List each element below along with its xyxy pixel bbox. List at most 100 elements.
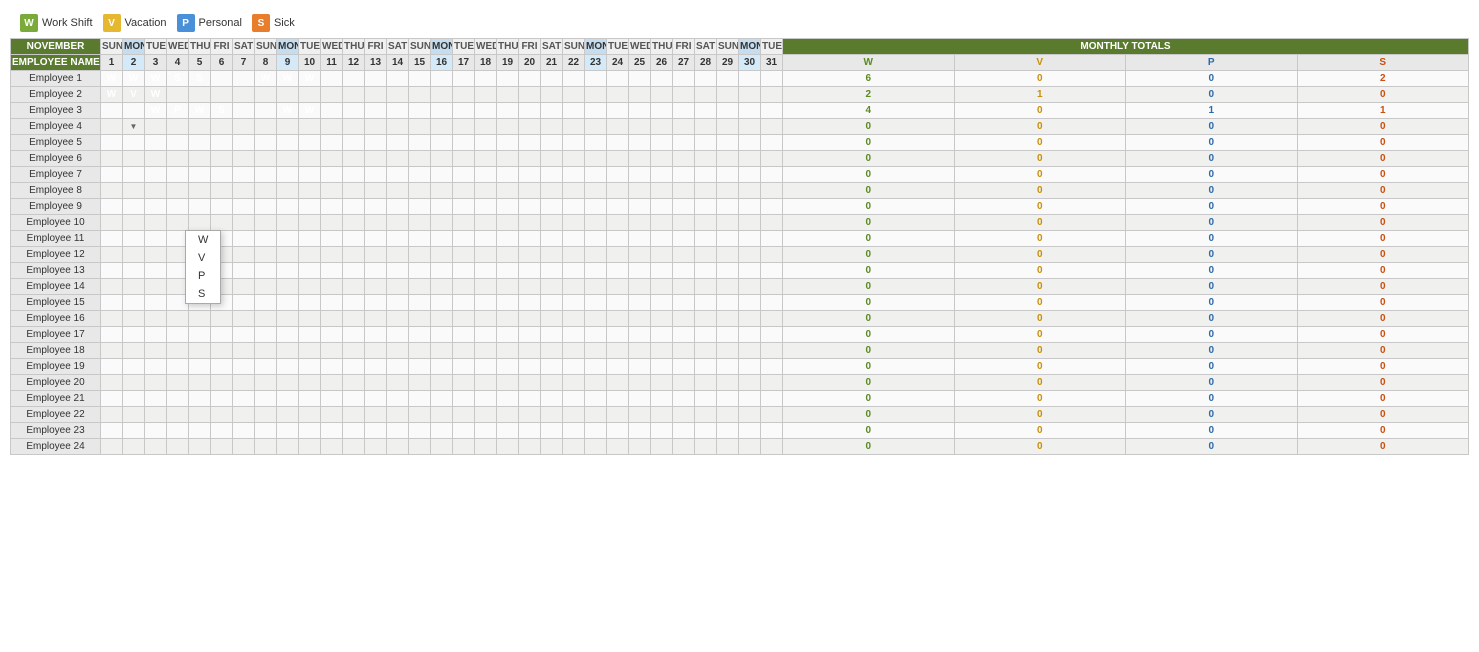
day-cell-8[interactable] xyxy=(255,295,277,311)
day-cell-6[interactable] xyxy=(211,151,233,167)
day-cell-12[interactable] xyxy=(343,391,365,407)
day-cell-31[interactable] xyxy=(761,295,783,311)
day-cell-11[interactable] xyxy=(321,311,343,327)
day-cell-14[interactable] xyxy=(387,231,409,247)
day-cell-15[interactable] xyxy=(409,311,431,327)
day-cell-12[interactable] xyxy=(343,423,365,439)
day-cell-21[interactable] xyxy=(541,391,563,407)
day-cell-16[interactable] xyxy=(431,231,453,247)
day-cell-27[interactable] xyxy=(673,199,695,215)
day-cell-26[interactable] xyxy=(651,215,673,231)
day-cell-25[interactable] xyxy=(629,327,651,343)
day-cell-2[interactable] xyxy=(123,359,145,375)
day-cell-8[interactable] xyxy=(255,343,277,359)
day-cell-25[interactable] xyxy=(629,167,651,183)
day-cell-18[interactable] xyxy=(475,343,497,359)
day-cell-13[interactable] xyxy=(365,263,387,279)
day-cell-21[interactable] xyxy=(541,327,563,343)
day-cell-27[interactable] xyxy=(673,391,695,407)
day-cell-4[interactable] xyxy=(167,151,189,167)
day-cell-15[interactable] xyxy=(409,87,431,103)
day-cell-13[interactable] xyxy=(365,327,387,343)
day-cell-24[interactable] xyxy=(607,343,629,359)
day-cell-28[interactable] xyxy=(695,135,717,151)
day-cell-26[interactable] xyxy=(651,407,673,423)
day-cell-24[interactable] xyxy=(607,423,629,439)
day-cell-24[interactable] xyxy=(607,151,629,167)
day-cell-22[interactable] xyxy=(563,423,585,439)
day-cell-29[interactable] xyxy=(717,391,739,407)
day-cell-11[interactable] xyxy=(321,343,343,359)
day-cell-22[interactable] xyxy=(563,295,585,311)
day-cell-10[interactable] xyxy=(299,247,321,263)
day-cell-19[interactable] xyxy=(497,151,519,167)
day-cell-9[interactable]: W xyxy=(277,71,299,87)
day-cell-11[interactable] xyxy=(321,375,343,391)
day-cell-4[interactable] xyxy=(167,215,189,231)
day-cell-24[interactable] xyxy=(607,215,629,231)
day-cell-10[interactable] xyxy=(299,311,321,327)
day-cell-26[interactable] xyxy=(651,103,673,119)
day-cell-24[interactable] xyxy=(607,247,629,263)
day-cell-14[interactable] xyxy=(387,327,409,343)
day-cell-13[interactable] xyxy=(365,359,387,375)
day-cell-18[interactable] xyxy=(475,151,497,167)
day-cell-2[interactable] xyxy=(123,231,145,247)
day-cell-31[interactable] xyxy=(761,151,783,167)
day-cell-5[interactable] xyxy=(189,327,211,343)
day-cell-23[interactable] xyxy=(585,311,607,327)
day-cell-16[interactable] xyxy=(431,167,453,183)
day-cell-20[interactable] xyxy=(519,407,541,423)
day-cell-22[interactable] xyxy=(563,439,585,455)
day-cell-21[interactable] xyxy=(541,311,563,327)
day-cell-30[interactable] xyxy=(739,215,761,231)
day-cell-8[interactable] xyxy=(255,199,277,215)
day-cell-2[interactable] xyxy=(123,295,145,311)
day-cell-27[interactable] xyxy=(673,151,695,167)
day-cell-5[interactable] xyxy=(189,87,211,103)
day-cell-17[interactable] xyxy=(453,247,475,263)
day-cell-19[interactable] xyxy=(497,263,519,279)
day-cell-23[interactable] xyxy=(585,247,607,263)
day-cell-22[interactable] xyxy=(563,375,585,391)
day-cell-27[interactable] xyxy=(673,407,695,423)
day-cell-1[interactable] xyxy=(101,295,123,311)
day-cell-9[interactable] xyxy=(277,359,299,375)
day-cell-27[interactable] xyxy=(673,247,695,263)
day-cell-14[interactable] xyxy=(387,359,409,375)
day-cell-24[interactable] xyxy=(607,135,629,151)
day-cell-22[interactable] xyxy=(563,327,585,343)
day-cell-28[interactable] xyxy=(695,343,717,359)
day-cell-17[interactable] xyxy=(453,359,475,375)
day-cell-10[interactable] xyxy=(299,279,321,295)
day-cell-7[interactable] xyxy=(233,327,255,343)
day-cell-4[interactable] xyxy=(167,311,189,327)
day-cell-24[interactable] xyxy=(607,391,629,407)
day-cell-26[interactable] xyxy=(651,71,673,87)
day-cell-31[interactable] xyxy=(761,407,783,423)
day-cell-14[interactable] xyxy=(387,199,409,215)
day-cell-31[interactable] xyxy=(761,439,783,455)
day-cell-6[interactable] xyxy=(211,87,233,103)
day-cell-10[interactable] xyxy=(299,231,321,247)
day-cell-27[interactable] xyxy=(673,295,695,311)
day-cell-18[interactable] xyxy=(475,183,497,199)
day-cell-12[interactable] xyxy=(343,215,365,231)
day-cell-24[interactable] xyxy=(607,183,629,199)
day-cell-30[interactable] xyxy=(739,439,761,455)
day-cell-9[interactable] xyxy=(277,151,299,167)
day-cell-8[interactable] xyxy=(255,407,277,423)
day-cell-4[interactable] xyxy=(167,119,189,135)
day-cell-1[interactable] xyxy=(101,247,123,263)
day-cell-15[interactable] xyxy=(409,215,431,231)
day-cell-2[interactable] xyxy=(123,103,145,119)
day-cell-18[interactable] xyxy=(475,327,497,343)
day-cell-3[interactable] xyxy=(145,167,167,183)
day-cell-22[interactable] xyxy=(563,151,585,167)
day-cell-2[interactable] xyxy=(123,183,145,199)
day-cell-16[interactable] xyxy=(431,247,453,263)
day-cell-3[interactable] xyxy=(145,407,167,423)
day-cell-12[interactable] xyxy=(343,247,365,263)
day-cell-25[interactable] xyxy=(629,215,651,231)
day-cell-25[interactable] xyxy=(629,295,651,311)
